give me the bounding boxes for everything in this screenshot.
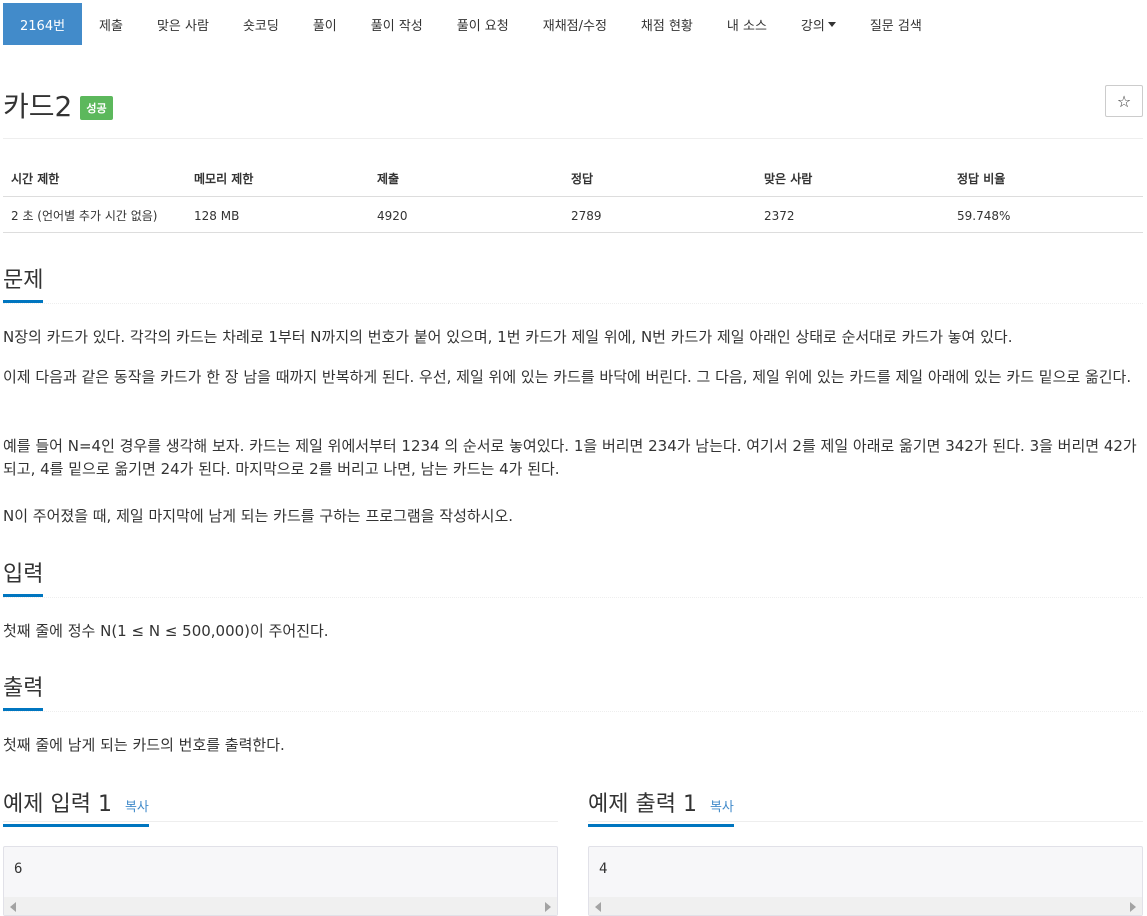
nav-lectures-label: 강의 [800,18,825,34]
copy-sample-output-link[interactable]: 복사 [710,800,734,815]
table-row: 2 초 (언어별 추가 시간 없음) 128 MB 4920 2789 2372… [3,196,1143,233]
page-title: 카드2 [3,90,73,123]
star-icon: ☆ [1116,91,1132,111]
scroll-left-icon[interactable] [595,902,601,912]
description-title: 문제 [3,262,44,303]
description-paragraph-2: 이제 다음과 같은 동작을 카드가 한 장 남을 때까지 반복하게 된다. 우선… [3,368,1132,386]
nav-tab-question-search[interactable]: 질문 검색 [853,3,939,45]
header-accepted: 정답 [563,160,756,197]
nav-tab-solved-users[interactable]: 맞은 사람 [140,3,226,45]
problem-nav: 2164번 제출 맞은 사람 숏코딩 풀이 풀이 작성 풀이 요청 재채점/수정… [3,3,939,45]
status-badge: 성공 [80,96,113,120]
sample-output-title-text: 예제 출력 1 [588,792,697,817]
accepted-value: 2789 [563,196,756,233]
nav-tab-submit[interactable]: 제출 [82,3,140,45]
input-title: 입력 [3,556,44,597]
title-divider [3,138,1143,139]
header-memory-limit: 메모리 제한 [186,160,369,197]
scroll-right-icon[interactable] [545,902,551,912]
accept-ratio-value: 59.748% [949,196,1143,233]
problem-info-table: 시간 제한 메모리 제한 제출 정답 맞은 사람 정답 비율 2 초 (언어별 … [3,160,1143,233]
sample-output-divider [588,821,1143,822]
favorite-star-button[interactable]: ☆ [1105,85,1143,117]
description-header: 문제 [3,262,1143,304]
output-header: 출력 [3,670,1143,712]
nav-tab-rejudge[interactable]: 재채점/수정 [526,3,624,45]
output-description: 첫째 줄에 남게 되는 카드의 번호를 출력한다. [3,736,285,754]
nav-tab-my-source[interactable]: 내 소스 [710,3,784,45]
solved-users-value: 2372 [756,196,949,233]
submissions-value: 4920 [369,196,563,233]
nav-tab-problem[interactable]: 2164번 [3,3,83,45]
sample-output-box[interactable]: 4 [588,846,1143,916]
time-limit-value: 2 초 (언어별 추가 시간 없음) [3,196,186,233]
header-solved-users: 맞은 사람 [756,160,949,197]
sample-input-divider [3,821,558,822]
sample-input-box[interactable]: 6 [3,846,558,916]
caret-down-icon [827,21,836,27]
output-title: 출력 [3,670,44,711]
table-header-row: 시간 제한 메모리 제한 제출 정답 맞은 사람 정답 비율 [3,160,1143,197]
memory-limit-value: 128 MB [186,196,369,233]
sample-input-title-text: 예제 입력 1 [3,792,112,817]
sample-input-scrollbar[interactable] [4,897,557,915]
sample-input-value: 6 [14,861,23,877]
nav-tab-write-solution[interactable]: 풀이 작성 [354,3,440,45]
scroll-left-icon[interactable] [10,902,16,912]
input-header: 입력 [3,556,1143,598]
header-accept-ratio: 정답 비율 [949,160,1143,197]
nav-tab-lectures[interactable]: 강의 [784,3,853,45]
nav-tab-short-coding[interactable]: 숏코딩 [226,3,296,45]
sample-output-value: 4 [599,861,608,877]
description-paragraph-4: N이 주어졌을 때, 제일 마지막에 남게 되는 카드를 구하는 프로그램을 작… [3,507,514,525]
nav-tab-request-solution[interactable]: 풀이 요청 [440,3,526,45]
sample-output-scrollbar[interactable] [589,897,1142,915]
scroll-right-icon[interactable] [1130,902,1136,912]
description-paragraph-3: 예를 들어 N=4인 경우를 생각해 보자. 카드는 제일 위에서부터 1234… [3,437,1137,479]
problem-title-row: 카드2 성공 [3,85,113,125]
input-description: 첫째 줄에 정수 N(1 ≤ N ≤ 500,000)이 주어진다. [3,622,329,640]
header-time-limit: 시간 제한 [3,160,186,197]
nav-tab-solutions[interactable]: 풀이 [296,3,354,45]
copy-sample-input-link[interactable]: 복사 [125,800,149,815]
description-paragraph-1: N장의 카드가 있다. 각각의 카드는 차례로 1부터 N까지의 번호가 붙어 … [3,328,1013,346]
nav-tab-status[interactable]: 채점 현황 [624,3,710,45]
header-submissions: 제출 [369,160,563,197]
